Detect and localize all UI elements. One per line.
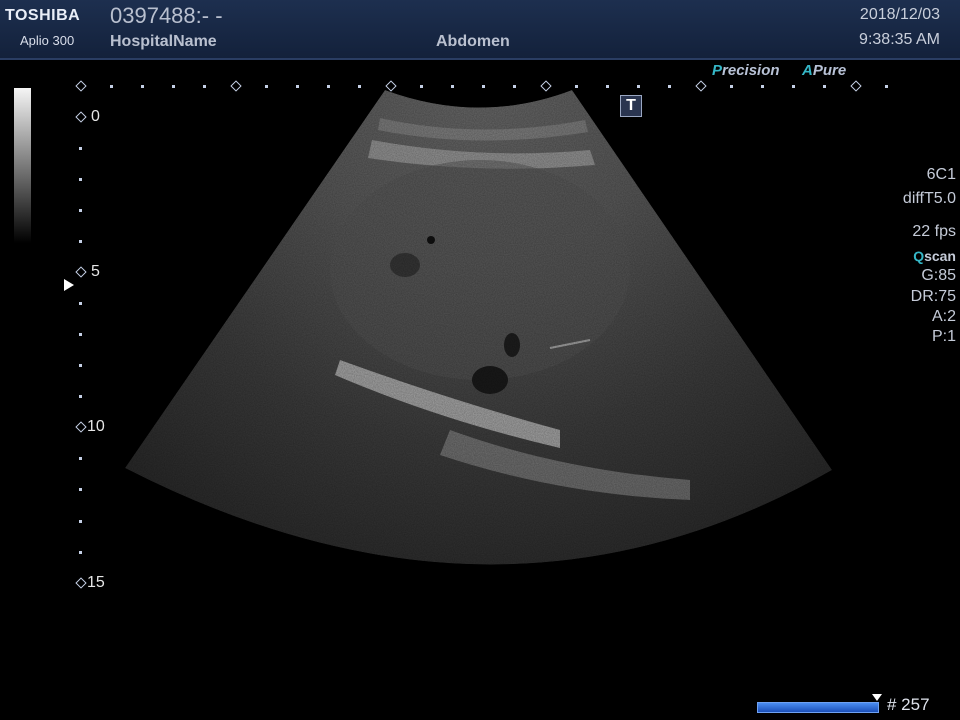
depth-minor-tick [79, 364, 82, 367]
grayscale-bar [14, 88, 31, 243]
depth-minor-tick [79, 395, 82, 398]
lateral-minor-tick [296, 85, 299, 88]
dynamic-range-value: DR:75 [910, 288, 956, 305]
depth-minor-tick [79, 520, 82, 523]
depth-minor-tick [79, 457, 82, 460]
lateral-minor-tick [482, 85, 485, 88]
lateral-minor-tick [761, 85, 764, 88]
lateral-minor-tick [885, 85, 888, 88]
depth-minor-tick [79, 178, 82, 181]
depth-minor-tick [79, 551, 82, 554]
imaging-mode: diffT5.0 [902, 190, 956, 207]
lateral-minor-tick [513, 85, 516, 88]
a-value: A:2 [931, 308, 956, 325]
depth-minor-tick [79, 333, 82, 336]
depth-minor-tick [79, 147, 82, 150]
depth-minor-tick [79, 240, 82, 243]
lateral-minor-tick [110, 85, 113, 88]
lateral-minor-tick [637, 85, 640, 88]
lateral-minor-tick [668, 85, 671, 88]
lateral-minor-tick [327, 85, 330, 88]
probe-name: 6C1 [926, 166, 956, 183]
depth-label-5: 5 [91, 263, 100, 280]
lateral-minor-tick [730, 85, 733, 88]
lateral-minor-tick [265, 85, 268, 88]
lateral-minor-tick [823, 85, 826, 88]
depth-minor-tick [79, 488, 82, 491]
frame-number: # 257 [887, 695, 930, 714]
depth-label-10: 10 [87, 418, 105, 435]
p-value: P:1 [931, 328, 956, 345]
lateral-minor-tick [358, 85, 361, 88]
apure-label: APure [802, 62, 847, 79]
depth-minor-tick [79, 302, 82, 305]
gain-value: G:85 [921, 267, 956, 284]
lateral-minor-tick [575, 85, 578, 88]
depth-minor-tick [79, 209, 82, 212]
lateral-minor-tick [792, 85, 795, 88]
precision-label: Precision [712, 62, 780, 79]
depth-label-0: 0 [91, 108, 100, 125]
ultrasound-image [125, 90, 832, 565]
depth-label-15: 15 [87, 574, 105, 591]
cine-position-marker-icon[interactable] [872, 694, 882, 701]
t-icon[interactable]: T [620, 95, 642, 117]
frame-rate: 22 fps [912, 223, 956, 240]
lateral-minor-tick [172, 85, 175, 88]
lateral-minor-tick [420, 85, 423, 88]
focus-marker-icon[interactable] [64, 279, 74, 291]
lateral-minor-tick [451, 85, 454, 88]
lateral-minor-tick [203, 85, 206, 88]
cine-progress-bar[interactable] [757, 702, 879, 713]
lateral-minor-tick [606, 85, 609, 88]
qscan-label: Qscan [913, 248, 956, 264]
lateral-minor-tick [141, 85, 144, 88]
